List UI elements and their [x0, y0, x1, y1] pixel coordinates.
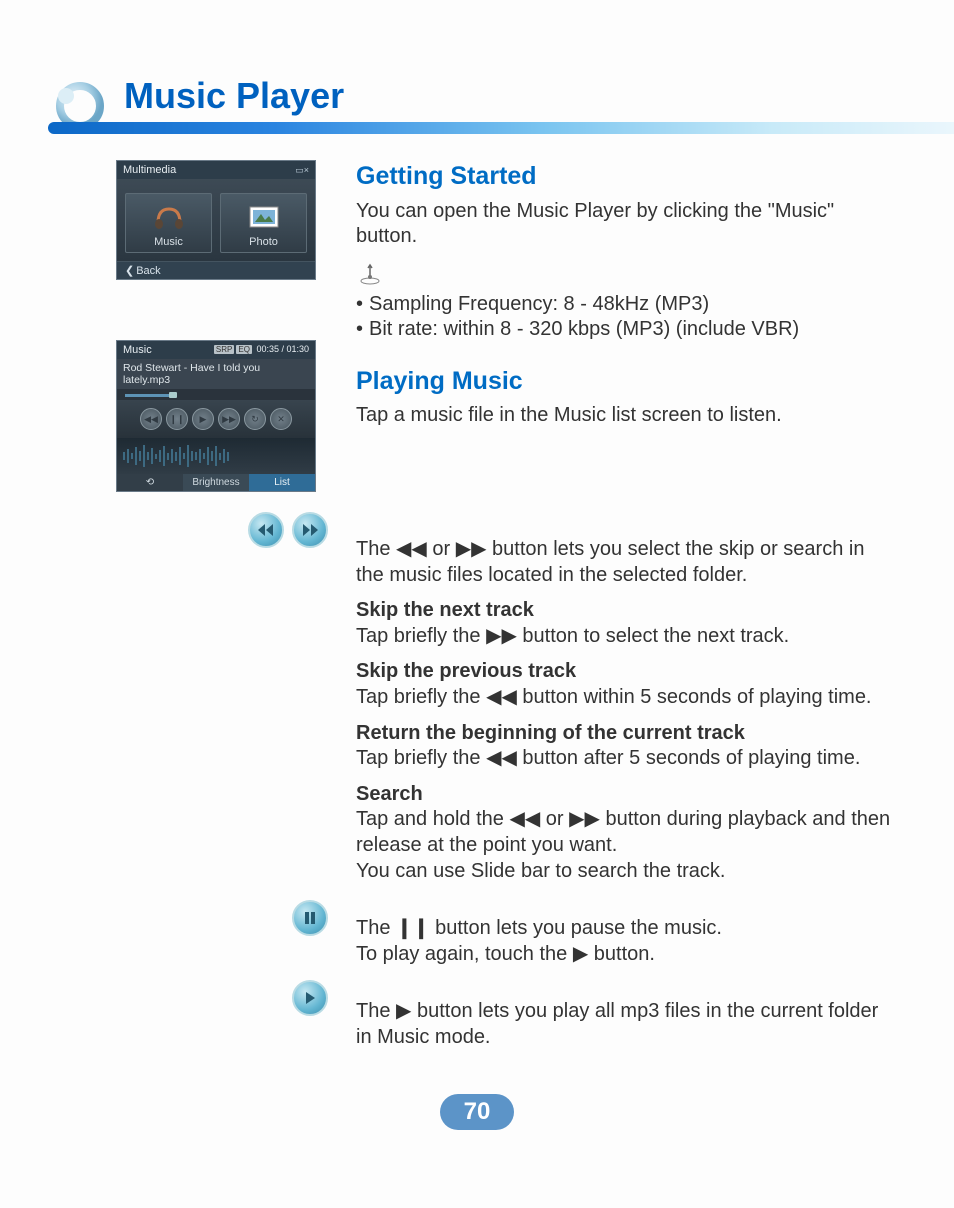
- photo-app-button[interactable]: Photo: [220, 193, 307, 253]
- page-title: Music Player: [124, 75, 344, 117]
- brightness-button[interactable]: Brightness: [183, 474, 249, 491]
- back-button[interactable]: ❮ Back: [117, 261, 315, 279]
- music-header-label: Music: [123, 344, 152, 356]
- time-display: SRPEQ 00:35 / 01:30: [214, 344, 309, 356]
- headphones-icon: [150, 202, 188, 232]
- playing-music-intro: Tap a music file in the Music list scree…: [356, 403, 896, 429]
- list-button[interactable]: List: [249, 474, 315, 491]
- pause-round-icon: [292, 900, 328, 936]
- seek-slider[interactable]: [117, 390, 315, 400]
- search-slider: You can use Slide bar to search the trac…: [356, 859, 896, 885]
- next-button[interactable]: ▶▶: [218, 408, 240, 430]
- play-round-icon: [292, 980, 328, 1016]
- playing-music-heading: Playing Music: [356, 365, 896, 398]
- getting-started-intro: You can open the Music Player by clickin…: [356, 199, 896, 250]
- waveform-display: [117, 438, 315, 474]
- play-button[interactable]: ▶: [192, 408, 214, 430]
- music-app-button[interactable]: Music: [125, 193, 212, 253]
- skip-prev-heading: Skip the previous track: [356, 659, 896, 685]
- multimedia-screenshot: Multimedia ▭× Music: [116, 160, 316, 280]
- search-heading: Search: [356, 782, 896, 808]
- track-name: Rod Stewart - Have I told you lately.mp3: [117, 359, 315, 390]
- return-body: Tap briefly the ◀◀ button after 5 second…: [356, 746, 896, 772]
- pause-desc-1: The ❙❙ button lets you pause the music.: [356, 916, 896, 942]
- pause-button[interactable]: ❙❙: [166, 408, 188, 430]
- music-label: Music: [126, 236, 211, 248]
- forward-round-icon: [292, 512, 328, 548]
- search-body: Tap and hold the ◀◀ or ▶▶ button during …: [356, 807, 896, 858]
- photo-icon: [245, 202, 283, 232]
- prev-button[interactable]: ◀◀: [140, 408, 162, 430]
- close-button[interactable]: ✕: [270, 408, 292, 430]
- skip-prev-body: Tap briefly the ◀◀ button within 5 secon…: [356, 685, 896, 711]
- repeat-footer-button[interactable]: ⟲: [117, 474, 183, 491]
- window-control-icon: ▭×: [295, 165, 309, 176]
- page-number: 70: [440, 1094, 514, 1130]
- return-heading: Return the beginning of the current trac…: [356, 721, 896, 747]
- photo-label: Photo: [221, 236, 306, 248]
- music-player-screenshot: Music SRPEQ 00:35 / 01:30 Rod Stewart - …: [116, 340, 316, 492]
- rewind-round-icon: [248, 512, 284, 548]
- spec-sampling: •Sampling Frequency: 8 - 48kHz (MP3): [356, 292, 896, 318]
- multimedia-header-label: Multimedia: [123, 164, 176, 176]
- pause-desc-2: To play again, touch the ▶ button.: [356, 942, 896, 968]
- skip-next-body: Tap briefly the ▶▶ button to select the …: [356, 624, 896, 650]
- tap-hand-icon: [356, 260, 384, 286]
- skip-intro: The ◀◀ or ▶▶ button lets you select the …: [356, 537, 896, 588]
- getting-started-heading: Getting Started: [356, 160, 896, 193]
- play-desc: The ▶ button lets you play all mp3 files…: [356, 999, 896, 1050]
- repeat-button[interactable]: ↻: [244, 408, 266, 430]
- skip-next-heading: Skip the next track: [356, 598, 896, 624]
- header-gradient-bar: [48, 122, 954, 134]
- spec-bitrate: •Bit rate: within 8 - 320 kbps (MP3) (in…: [356, 317, 896, 343]
